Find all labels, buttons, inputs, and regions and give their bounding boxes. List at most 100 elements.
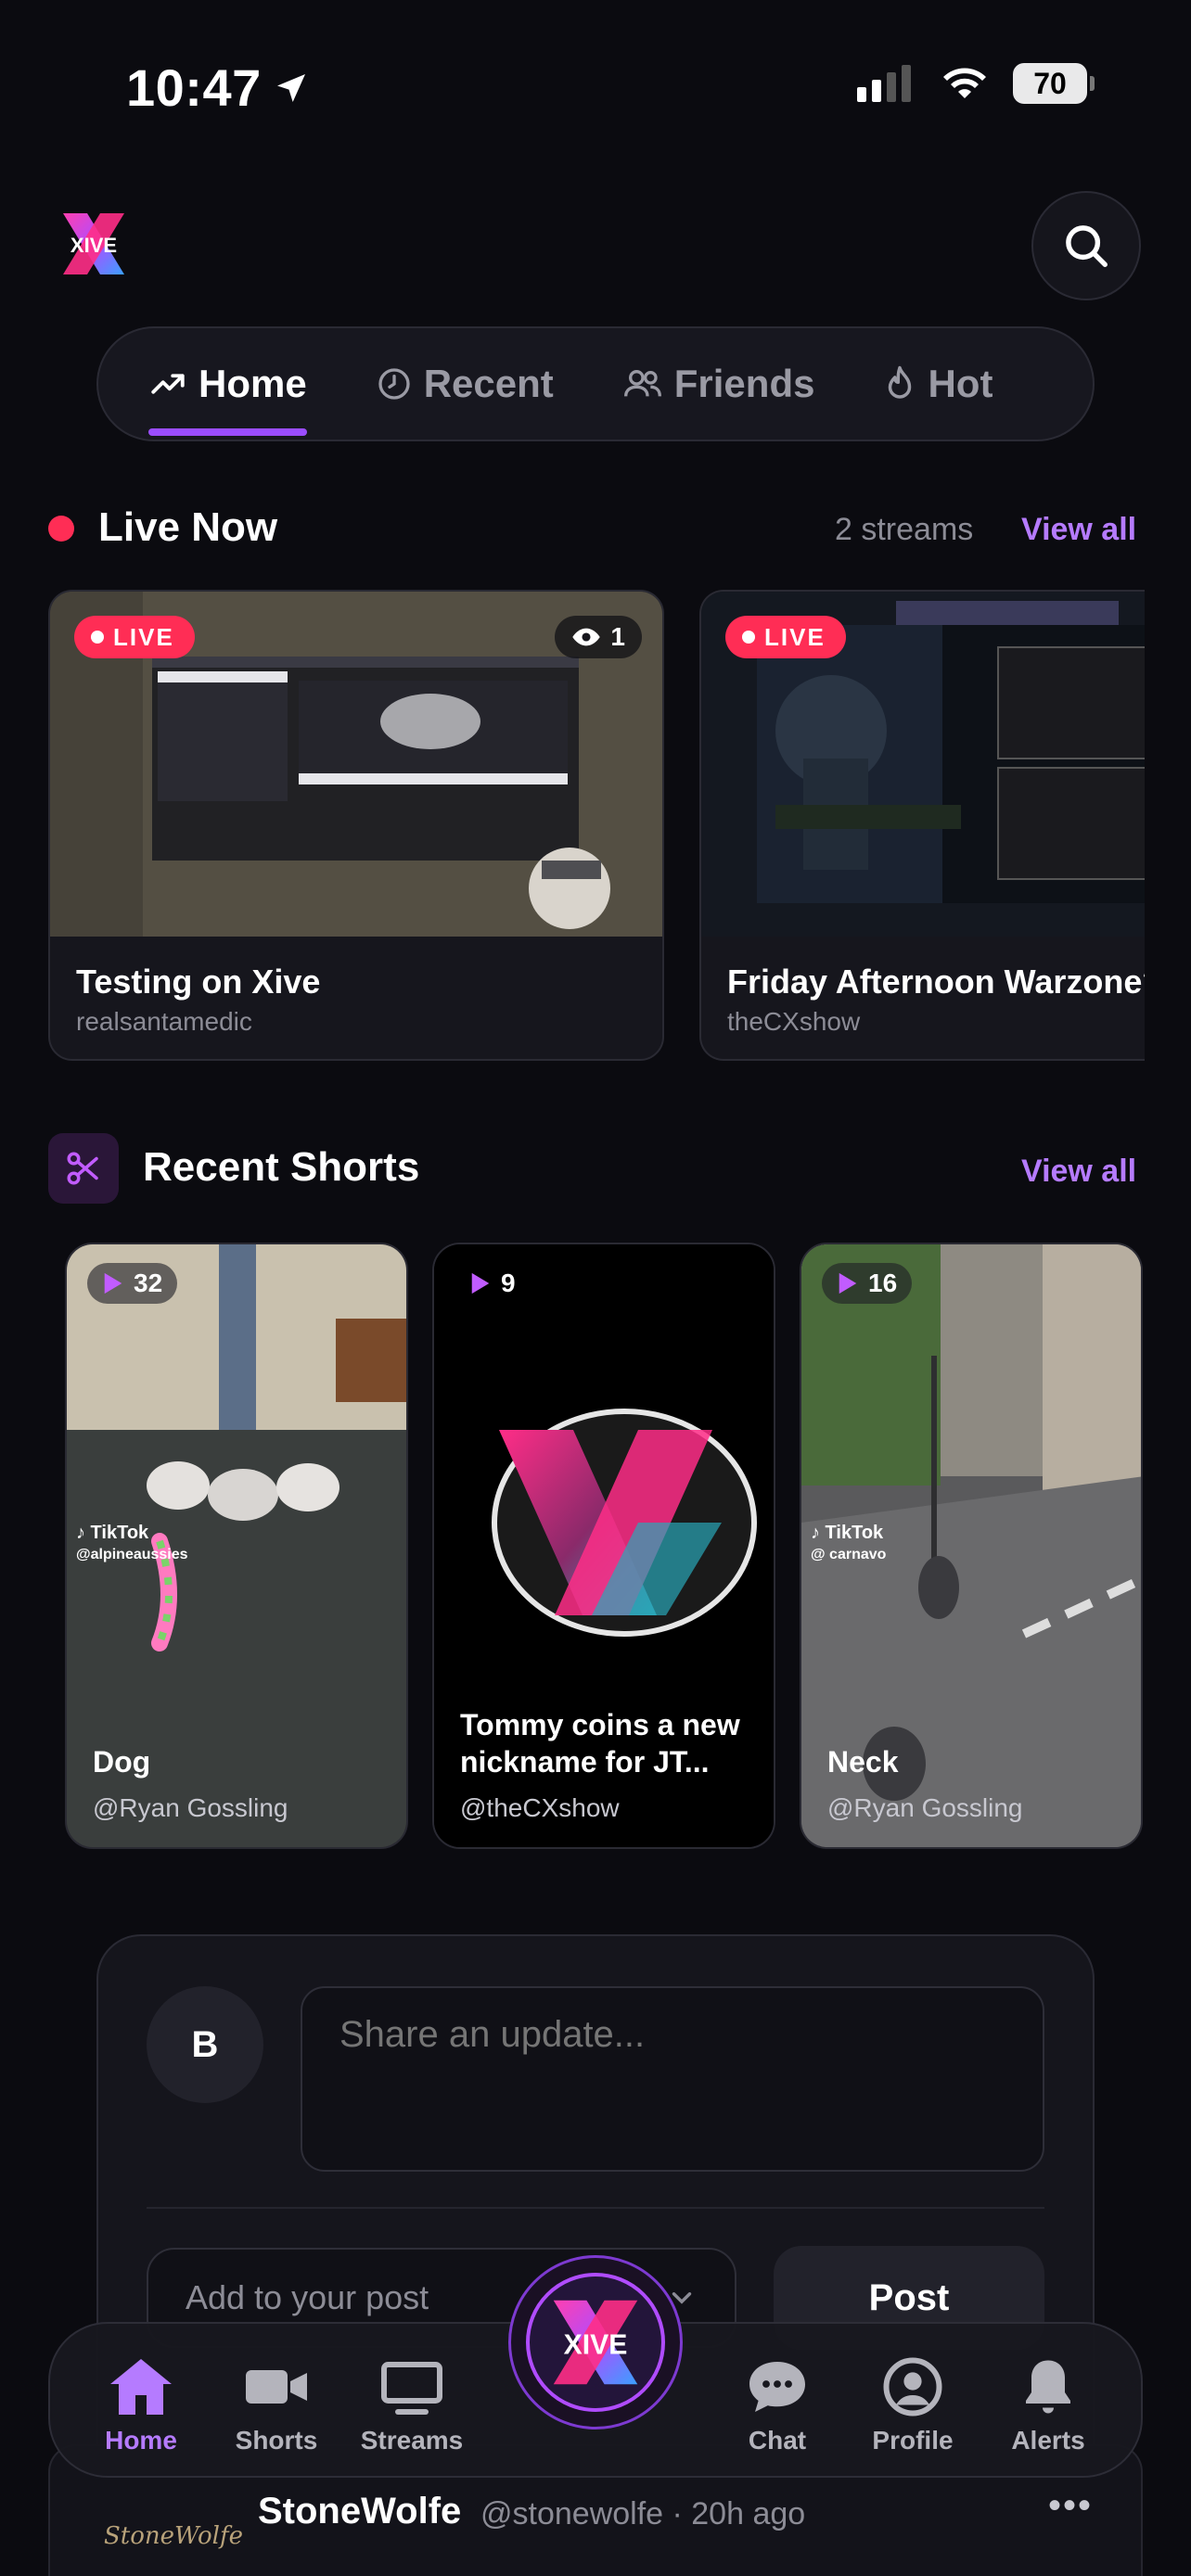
wifi-icon: [943, 68, 986, 98]
recent-shorts-title: Recent Shorts: [143, 1144, 420, 1190]
status-time-text: 10:47: [126, 58, 262, 117]
viewer-count: 1: [610, 622, 625, 651]
play-icon: [839, 1272, 857, 1294]
clock-icon: [378, 368, 410, 400]
short-count-value: 9: [501, 1269, 516, 1297]
short-title: Neck: [827, 1745, 899, 1779]
friends-icon: [623, 370, 661, 397]
eye-icon: [572, 628, 601, 646]
short-username: @Ryan Gossling: [827, 1793, 1023, 1822]
shorts-section-badge: [48, 1133, 119, 1204]
nav-alerts[interactable]: Alerts: [983, 2355, 1113, 2455]
stream-card[interactable]: LIVE 1 Testing on Xive realsantamedic: [48, 590, 664, 1061]
nav-alerts-label: Alerts: [1011, 2426, 1085, 2455]
short-title: Dog: [93, 1745, 151, 1779]
live-badge-label: LIVE: [113, 622, 174, 651]
feed-author-logo[interactable]: StoneWolfe: [104, 2522, 243, 2550]
flame-icon: [889, 365, 912, 399]
app-logo[interactable]: XIVE: [59, 211, 128, 276]
feed-author-meta: @stonewolfe · 20h ago: [480, 2496, 806, 2531]
trending-icon: [151, 374, 185, 394]
cellular-signal-icon: [857, 65, 911, 102]
monitor-icon: [381, 2362, 442, 2415]
nav-profile-label: Profile: [872, 2426, 954, 2455]
live-badge-label: LIVE: [764, 622, 826, 651]
search-icon: [1066, 225, 1108, 267]
stream-username: theCXshow: [727, 1007, 861, 1036]
svg-text:XIVE: XIVE: [70, 234, 117, 257]
nav-home-label: Home: [105, 2426, 177, 2455]
avatar[interactable]: B: [147, 1986, 263, 2103]
live-badge: LIVE: [74, 616, 195, 658]
shorts-view-all-link[interactable]: View all: [1021, 1154, 1136, 1190]
location-arrow-icon: [276, 73, 305, 102]
tab-friends-label: Friends: [673, 362, 815, 405]
chat-bubble-icon: [749, 2362, 805, 2412]
xive-center-logo: XIVE: [526, 2273, 665, 2412]
short-username: @theCXshow: [460, 1793, 620, 1822]
scissors-icon: [67, 1152, 98, 1185]
live-view-all-link[interactable]: View all: [1021, 512, 1136, 548]
home-icon: [110, 2359, 172, 2415]
short-count-value: 16: [868, 1269, 898, 1297]
viewer-count-badge: 1: [555, 616, 642, 658]
search-button[interactable]: [1031, 191, 1141, 300]
live-now-title: Live Now: [98, 504, 278, 550]
avatar-letter: B: [191, 2023, 219, 2065]
battery-indicator: 70: [1013, 63, 1095, 104]
nav-streams-label: Streams: [360, 2426, 464, 2455]
live-badge: LIVE: [725, 616, 846, 658]
live-badge-dot: [91, 631, 104, 644]
short-count-value: 32: [134, 1269, 163, 1297]
composer-divider: [147, 2207, 1044, 2209]
nav-chat[interactable]: Chat: [712, 2355, 842, 2455]
nav-shorts-label: Shorts: [235, 2426, 318, 2455]
profile-icon: [883, 2357, 942, 2417]
stream-username: realsantamedic: [76, 1007, 252, 1036]
stream-card[interactable]: LIVE Friday Afternoon Warzone? theCXshow: [699, 590, 1145, 1061]
live-stream-count: 2 streams: [835, 512, 974, 547]
short-card[interactable]: ♪ TikTok @ carnavo 16 Neck @Ryan Gossling: [800, 1243, 1143, 1849]
svg-text:XIVE: XIVE: [564, 2329, 628, 2360]
nav-home[interactable]: Home: [76, 2355, 206, 2455]
live-indicator-dot: [48, 516, 74, 542]
nav-streams[interactable]: Streams: [347, 2355, 477, 2455]
tiktok-watermark: ♪ TikTok @ carnavo: [811, 1523, 887, 1562]
play-icon: [471, 1272, 490, 1294]
nav-profile[interactable]: Profile: [848, 2355, 978, 2455]
bell-icon: [1026, 2360, 1070, 2414]
share-update-input[interactable]: [301, 1986, 1044, 2172]
status-time: 10:47: [126, 57, 310, 118]
short-view-count: 16: [822, 1263, 913, 1304]
tab-recent[interactable]: Recent: [376, 328, 554, 440]
xive-center-button[interactable]: XIVE: [508, 2255, 683, 2429]
tab-hot[interactable]: Hot: [883, 328, 992, 440]
short-card[interactable]: ♪ TikTok @alpineaussies 32 Dog @Ryan Goss…: [65, 1243, 408, 1849]
nav-shorts[interactable]: Shorts: [211, 2355, 341, 2455]
add-to-post-label: Add to your post: [186, 2278, 429, 2316]
live-badge-dot: [742, 631, 755, 644]
tab-friends[interactable]: Friends: [622, 328, 815, 440]
status-icons: 70: [857, 63, 1095, 104]
short-view-count: 32: [87, 1263, 178, 1304]
feed-author-name[interactable]: StoneWolfe: [258, 2491, 461, 2532]
play-icon: [104, 1272, 122, 1294]
short-username: @Ryan Gossling: [93, 1793, 288, 1822]
battery-level: 70: [1033, 66, 1067, 100]
more-options-icon[interactable]: •••: [1048, 2485, 1093, 2527]
xive-logo-icon: XIVE: [553, 2300, 638, 2385]
tab-home[interactable]: Home: [148, 328, 307, 440]
tab-home-label: Home: [198, 362, 307, 405]
stream-title: Testing on Xive: [76, 963, 321, 1001]
tab-hot-label: Hot: [928, 362, 993, 405]
nav-chat-label: Chat: [748, 2426, 807, 2455]
tiktok-watermark: ♪ TikTok @alpineaussies: [76, 1523, 188, 1562]
feed-tabs: Home Recent Friends Hot: [96, 326, 1095, 441]
short-view-count: 9: [455, 1263, 531, 1304]
xive-logo-icon: XIVE: [63, 213, 124, 274]
video-camera-icon: [246, 2370, 307, 2404]
short-card[interactable]: 9 Tommy coins a new nickname for JT... @…: [432, 1243, 775, 1849]
stream-title: Friday Afternoon Warzone?: [727, 963, 1145, 1001]
short-title: Tommy coins a new nickname for JT...: [460, 1708, 740, 1779]
tab-recent-label: Recent: [423, 362, 554, 405]
